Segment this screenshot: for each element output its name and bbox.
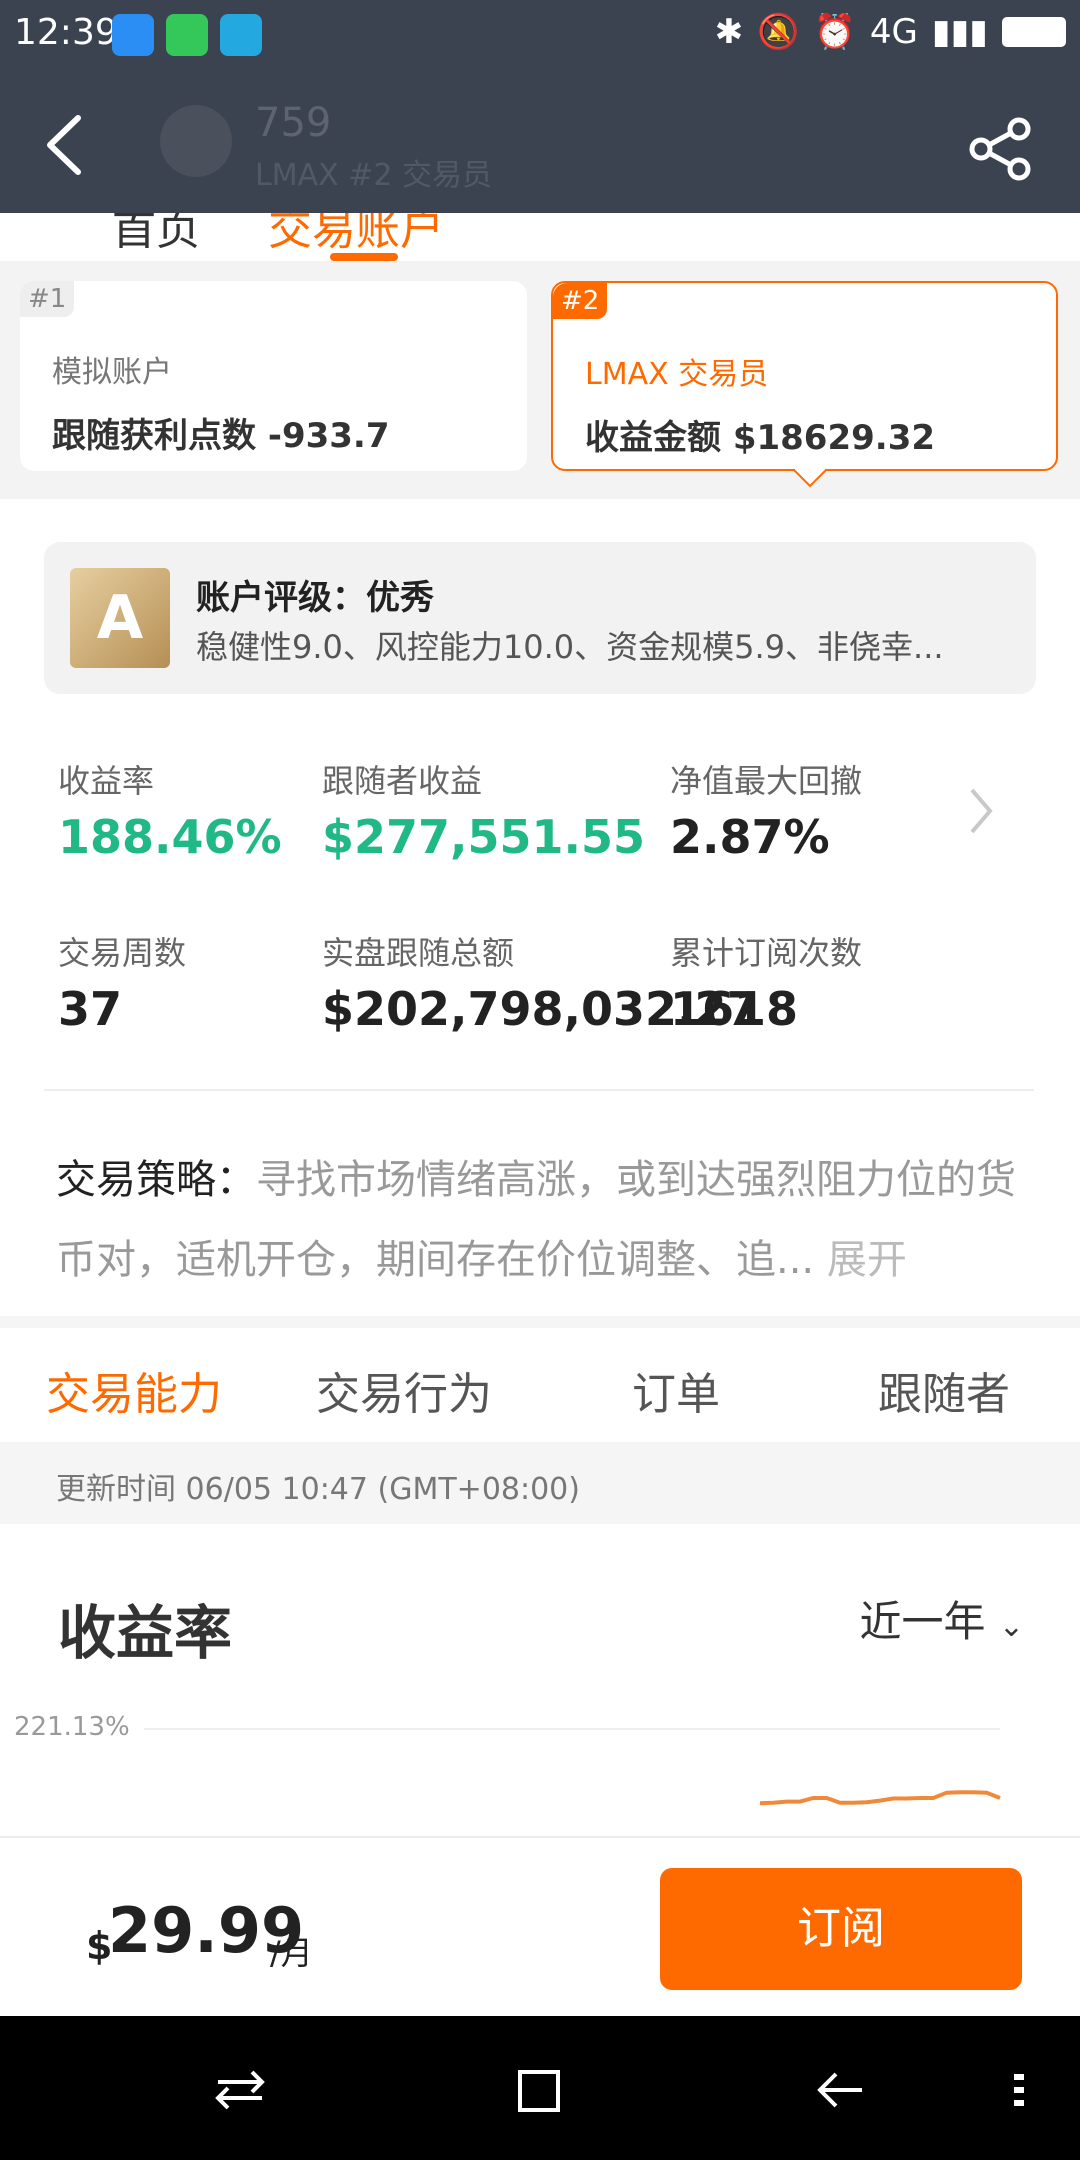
- stat-value: 2.87%: [670, 810, 830, 864]
- tab-trading-behavior[interactable]: 交易行为: [316, 1358, 492, 1422]
- bluetooth-icon: ✱: [714, 12, 744, 52]
- account-value: 收益金额 $18629.32: [585, 418, 936, 458]
- status-bar: 12:39 ✱ 🔕 ⏰ 4G ▮▮▮: [0, 0, 1080, 72]
- stat-label: 跟随者收益: [322, 762, 483, 800]
- stat-value: 37: [58, 982, 123, 1036]
- series-line: [759, 1790, 1001, 1806]
- ball-app-icon: [220, 14, 262, 56]
- back-arrow-icon[interactable]: [812, 2062, 868, 2118]
- update-time: 更新时间 06/05 10:47 (GMT+08:00): [56, 1472, 580, 1507]
- back-button[interactable]: [40, 110, 90, 180]
- tab-followers[interactable]: 跟随者: [878, 1358, 1010, 1422]
- tab-trading-account[interactable]: 交易账户: [268, 213, 444, 257]
- y-axis-top-label: 221.13%: [14, 1712, 130, 1742]
- stat-label: 实盘跟随总额: [322, 934, 515, 972]
- switch-icon[interactable]: [212, 2062, 268, 2118]
- return-chart: [759, 1790, 1001, 1806]
- trading-strategy: 交易策略：寻找市场情绪高涨，或到达强烈阻力位的货币对，适机开仓，期间存在价位调整…: [56, 1140, 1036, 1300]
- update-time-bar: 更新时间 06/05 10:47 (GMT+08:00): [0, 1442, 1080, 1524]
- stat-label: 累计订阅次数: [670, 934, 863, 972]
- stat-label: 净值最大回撤: [670, 762, 863, 800]
- stat-value: 1618: [670, 982, 799, 1036]
- account-value: 跟随获利点数 -933.7: [52, 416, 390, 456]
- plus-app-icon: [166, 14, 208, 56]
- battery-icon: [1002, 17, 1066, 47]
- account-label: 模拟账户: [52, 355, 172, 390]
- chart-title: 收益率: [58, 1599, 233, 1667]
- divider: [44, 1089, 1034, 1091]
- period-selector[interactable]: 近一年 ⌄: [859, 1588, 1024, 1649]
- price-unit: /月: [270, 1934, 313, 1972]
- grade-a-icon: A: [70, 568, 170, 668]
- tab-trading-ability[interactable]: 交易能力: [46, 1358, 222, 1422]
- menu-dots-icon[interactable]: [1000, 2062, 1056, 2118]
- home-square-icon[interactable]: [512, 2062, 568, 2118]
- header-title: 759: [255, 100, 332, 146]
- stat-label: 交易周数: [58, 934, 187, 972]
- period-label: 近一年: [859, 1597, 986, 1646]
- app-header: 12:39 ✱ 🔕 ⏰ 4G ▮▮▮ 759 LMAX #2 交易员: [0, 0, 1080, 213]
- account-rating[interactable]: A 账户评级：优秀 稳健性9.0、风控能力10.0、资金规模5.9、非侥幸...: [44, 542, 1036, 694]
- tab-orders[interactable]: 订单: [632, 1358, 720, 1422]
- account-card-1[interactable]: #1 模拟账户 跟随获利点数 -933.7: [20, 281, 527, 471]
- rating-description: 稳健性9.0、风控能力10.0、资金规模5.9、非侥幸...: [196, 628, 944, 666]
- header-subtitle: LMAX #2 交易员: [255, 158, 492, 193]
- gridline: [144, 1728, 1000, 1730]
- stats-more-chevron-icon[interactable]: [966, 786, 996, 836]
- stat-value: $277,551.55: [322, 810, 646, 864]
- mute-icon: 🔕: [757, 12, 800, 52]
- subscribe-bar: $ 29.99 /月 订阅: [0, 1836, 1080, 2016]
- rating-title: 账户评级：优秀: [196, 578, 434, 618]
- account-label: LMAX 交易员: [585, 357, 769, 392]
- signal-icon: ▮▮▮: [931, 12, 988, 52]
- status-time: 12:39: [14, 12, 118, 53]
- avatar: [160, 105, 232, 177]
- stat-value: 188.46%: [58, 810, 282, 864]
- strategy-heading: 交易策略：: [56, 1157, 256, 1203]
- section-separator: [0, 1316, 1080, 1328]
- stat-label: 收益率: [58, 762, 155, 800]
- expand-link[interactable]: 展开: [827, 1237, 907, 1283]
- account-badge: #1: [20, 281, 75, 317]
- share-icon[interactable]: [967, 115, 1035, 183]
- account-badge: #2: [553, 283, 608, 319]
- status-indicators: ✱ 🔕 ⏰ 4G ▮▮▮: [715, 12, 1066, 52]
- tab-underline: [330, 253, 398, 261]
- subscribe-button[interactable]: 订阅: [660, 1868, 1022, 1990]
- top-tabs: 首页 交易账户: [0, 213, 1080, 261]
- chevron-down-icon: ⌄: [998, 1609, 1024, 1644]
- account-card-2[interactable]: #2 LMAX 交易员 收益金额 $18629.32: [551, 281, 1058, 488]
- alarm-icon: ⏰: [813, 12, 856, 52]
- network-label: 4G: [869, 12, 918, 52]
- system-nav-bar: [0, 2016, 1080, 2160]
- selected-pointer-icon: [793, 469, 827, 488]
- message-icon: [112, 14, 154, 56]
- tab-home[interactable]: 首页: [112, 213, 200, 257]
- account-cards: #1 模拟账户 跟随获利点数 -933.7 #2 LMAX 交易员 收益金额 $…: [0, 261, 1080, 499]
